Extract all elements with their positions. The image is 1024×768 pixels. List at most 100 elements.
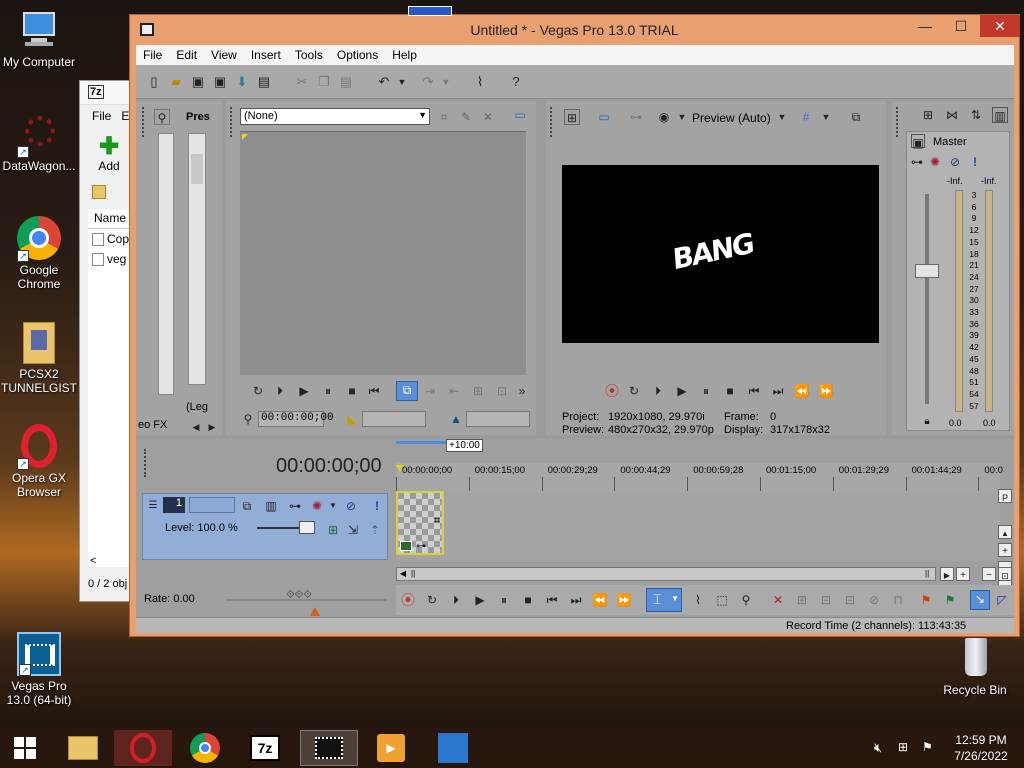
trimmer-clear-icon[interactable]: ✕	[480, 109, 496, 125]
save-icon[interactable]: ▣	[190, 74, 206, 90]
paste-icon[interactable]: ▤	[338, 74, 354, 90]
trimmer-monitor-icon[interactable]: ▭	[512, 107, 528, 123]
video-event-clip[interactable]: ⌗ ⊶	[396, 491, 444, 555]
redo-icon[interactable]: ↷	[420, 74, 436, 90]
auto-ripple-icon[interactable]: ↘	[970, 590, 990, 610]
overlays-icon[interactable]: #	[798, 109, 814, 125]
bypass-motion-blur-icon[interactable]: ⊞	[325, 522, 341, 538]
dock-grip[interactable]	[144, 449, 148, 477]
play-icon[interactable]: ▶	[674, 383, 690, 399]
tab-presets[interactable]: Pres	[186, 111, 220, 123]
go-to-start-icon[interactable]: ⏮	[544, 592, 560, 608]
next-frame-icon[interactable]: ⏩	[616, 592, 632, 608]
stop-icon[interactable]: ■	[520, 592, 536, 608]
mute-icon[interactable]: ⊘	[947, 154, 963, 170]
trim-icon[interactable]: ⊞	[794, 592, 810, 608]
desktop-icon-google-chrome[interactable]: ↗ Google Chrome	[1, 216, 77, 291]
track-up-icon[interactable]: ⇡	[367, 522, 383, 538]
taskbar-media-player[interactable]: ▶	[362, 730, 420, 766]
sevenzip-menu-file[interactable]: File	[92, 109, 111, 129]
desktop-icon-vegas-pro[interactable]: ↗ Vegas Pro 13.0 (64-bit)	[1, 632, 77, 707]
trimmer-tool-icon[interactable]: ⌗	[436, 109, 452, 125]
maximize-button[interactable]: ☐	[944, 15, 978, 37]
action-center-icon[interactable]: ⚑	[922, 740, 933, 754]
taskbar-7zip[interactable]: 7z	[236, 730, 294, 766]
time-ruler[interactable]: 00:00:00;00 00:00:15;00 00:00:29;29 00:00:4…	[396, 463, 1003, 491]
go-to-end-icon[interactable]: ⏭	[568, 592, 584, 608]
insert-icon[interactable]: ⇥	[422, 383, 438, 399]
pause-icon[interactable]: ⏸	[496, 592, 512, 608]
scroll-up-icon[interactable]: ▲	[998, 525, 1012, 539]
taskbar-app[interactable]	[424, 730, 482, 766]
menu-options[interactable]: Options	[330, 45, 385, 65]
zoom-tool-icon[interactable]: ⚲	[738, 592, 754, 608]
minimize-button[interactable]: —	[908, 15, 942, 37]
volume-muted-icon[interactable]: 🔇︎	[874, 740, 882, 756]
lock-icon[interactable]: 🔒︎	[919, 414, 935, 430]
desktop-icon-datawagon[interactable]: ↗ DataWagon...	[1, 112, 77, 173]
track-collapse-icon[interactable]: ☰	[145, 498, 161, 514]
track-fx-icon[interactable]: ✺	[309, 498, 325, 514]
close-button[interactable]: ✕	[980, 15, 1020, 37]
trimmer-view[interactable]	[240, 131, 526, 375]
split-screen-icon[interactable]: ◉	[656, 109, 672, 125]
scrollbar-vertical[interactable]	[188, 133, 206, 385]
menu-edit[interactable]: Edit	[169, 45, 204, 65]
trim-start-icon[interactable]: ⊟	[818, 592, 834, 608]
desktop-icon-my-computer[interactable]: My Computer	[1, 8, 77, 69]
undo-dropdown-icon[interactable]: ▼	[394, 74, 410, 90]
sevenzip-column-name[interactable]: Name	[94, 211, 126, 225]
envelope-tool-icon[interactable]: ⌇	[690, 592, 706, 608]
previous-frame-icon[interactable]: ⏪	[592, 592, 608, 608]
folder-up-icon[interactable]	[92, 185, 106, 199]
out-point-icon[interactable]: ▲	[448, 411, 464, 427]
video-track-header[interactable]: ☰ 1 ⧉ ▥ ⊶ ✺ ▼ ⊘ ! Level: 100.0 % ⊞ ⇲ ⇡	[142, 493, 388, 560]
loop-icon[interactable]: ↻	[424, 592, 440, 608]
loop-icon[interactable]: ↻	[626, 383, 642, 399]
preview-quality[interactable]: Preview (Auto)	[692, 111, 771, 125]
zoom-out-horizontal-icon[interactable]: −	[982, 567, 996, 581]
search-icon[interactable]: ⚲	[154, 109, 170, 125]
pause-icon[interactable]: ⏸	[698, 383, 714, 399]
play-from-start-icon[interactable]: ⏵	[448, 592, 464, 608]
network-icon[interactable]: ⊞	[898, 740, 908, 754]
scroll-left-arrow[interactable]: <	[90, 555, 96, 567]
cut-icon[interactable]: ✂	[294, 74, 310, 90]
compositing-mode-icon[interactable]: ⧉	[239, 498, 255, 514]
open-folder-icon[interactable]: ▰	[168, 74, 184, 90]
record-icon[interactable]: ⦿	[604, 383, 620, 399]
menu-help[interactable]: Help	[385, 45, 424, 65]
previous-frame-icon[interactable]: ⏪	[794, 383, 810, 399]
track-name-field[interactable]	[189, 497, 235, 513]
track-solo-icon[interactable]: !	[369, 498, 385, 514]
quality-dropdown-icon[interactable]: ▼	[674, 109, 690, 125]
vegas-window[interactable]: Untitled * - Vegas Pro 13.0 TRIAL — ☐ ✕ …	[129, 14, 1020, 637]
split-icon[interactable]: ⊘	[866, 592, 882, 608]
start-button[interactable]	[0, 730, 50, 766]
out-point-field[interactable]	[466, 411, 530, 427]
enable-snapping-icon[interactable]: ⌇	[472, 74, 488, 90]
play-icon[interactable]: ▶	[472, 592, 488, 608]
menu-tools[interactable]: Tools	[288, 45, 330, 65]
scrollbar-vertical[interactable]	[158, 133, 174, 395]
taskbar-opera-gx[interactable]	[114, 730, 172, 766]
dock-grip[interactable]	[230, 107, 234, 137]
new-project-icon[interactable]: ▯	[146, 74, 162, 90]
play-from-start-icon[interactable]: ⏵	[650, 383, 666, 399]
lock-event-icon[interactable]: ⊓	[890, 592, 906, 608]
track-fx-dropdown-icon[interactable]: ▼	[325, 498, 341, 514]
video-track-lane[interactable]: ⌗ ⊶	[396, 491, 1000, 561]
downmix-icon[interactable]: ⋈	[944, 107, 960, 123]
mixer-settings-icon[interactable]: ▥	[992, 107, 1008, 123]
taskbar-chrome[interactable]	[176, 730, 234, 766]
stop-icon[interactable]: ■	[722, 383, 738, 399]
hidden-desktop-icon[interactable]	[408, 6, 452, 16]
loop-icon[interactable]: ↻	[250, 383, 266, 399]
video-preview-screen[interactable]: BANG	[562, 165, 879, 343]
play-icon[interactable]: ▶	[296, 383, 312, 399]
dock-grip[interactable]	[550, 107, 554, 137]
more-icon[interactable]: »	[514, 383, 530, 399]
in-point-field[interactable]	[362, 411, 426, 427]
mixer-properties-icon[interactable]: ⊞	[920, 107, 936, 123]
selection-tool-icon[interactable]: ⬚	[714, 592, 730, 608]
